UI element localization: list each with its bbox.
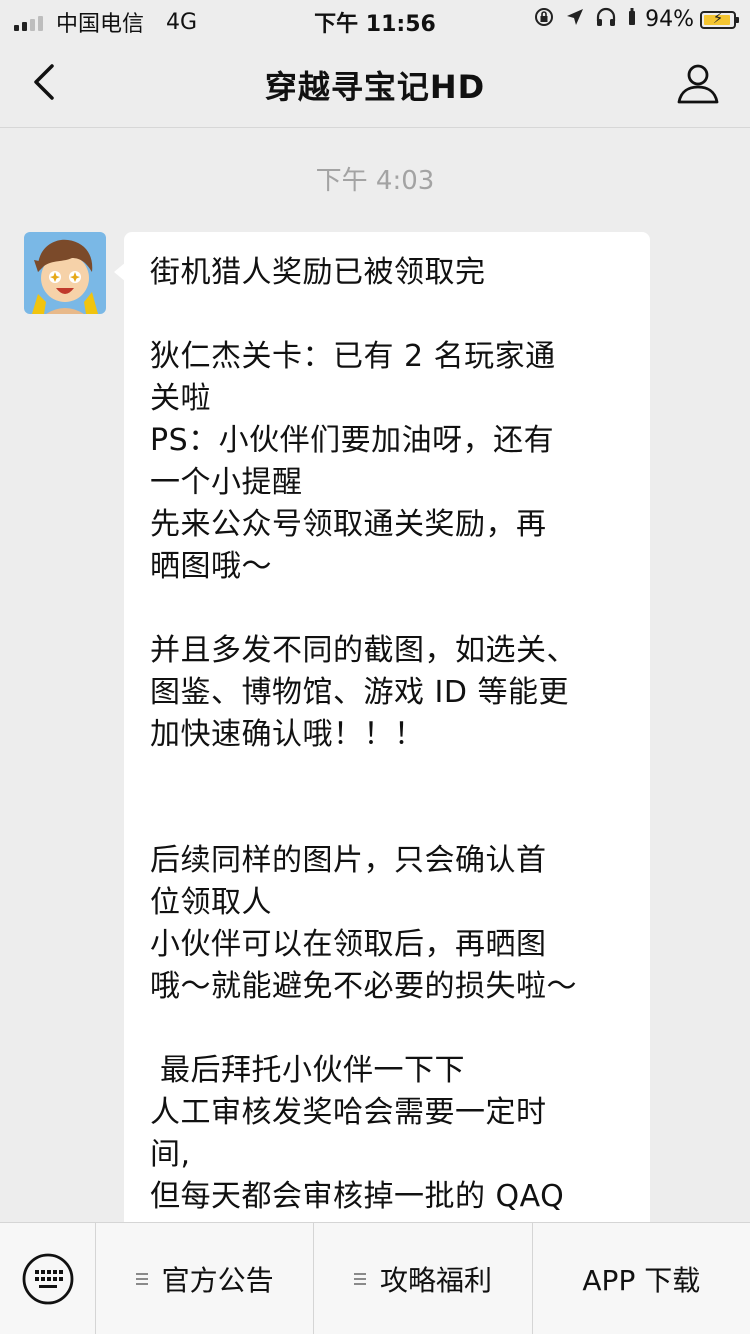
message-line: 并且多发不同的截图，如选关、 [150, 633, 577, 668]
game-character-avatar-icon [24, 232, 106, 314]
message-line: 后续同样的图片，只会确认首 [150, 843, 547, 878]
submenu-icon [353, 1272, 366, 1285]
menu-app-download[interactable]: APP 下载 [533, 1223, 750, 1334]
message-line: PS：小伙伴们要加油呀，还有 [150, 423, 555, 458]
rotation-lock-icon [533, 6, 555, 33]
menu-official-notice[interactable]: 官方公告 [96, 1223, 315, 1334]
message-line: 加快速确认哦！！！ [150, 717, 425, 752]
chat-screen: 中国电信 4G 下午 11:56 94% ⚡ 穿越寻宝记HD 下午 4:03 街… [0, 0, 750, 1334]
keyboard-toggle-button[interactable] [0, 1223, 96, 1334]
message-line: 人工审核发奖哈会需要一定时 [150, 1095, 547, 1130]
message-line: 晒图哦～ [150, 549, 272, 584]
message-line: 哦～就能避免不必要的损失啦～ [150, 969, 577, 1004]
menu-label: 官方公告 [161, 1263, 274, 1297]
person-icon [677, 64, 719, 104]
alarm-icon [627, 7, 637, 32]
charging-bolt-icon: ⚡ [712, 8, 724, 27]
menu-label: 攻略福利 [379, 1263, 492, 1297]
status-right: 94% ⚡ [523, 6, 739, 33]
message-line: 一个小提醒 [150, 465, 303, 500]
battery-icon: ⚡ [700, 8, 739, 29]
message-line: 间, [150, 1137, 191, 1172]
menu-label: APP 下载 [582, 1263, 701, 1297]
message-line: 街机猎人奖励已被领取完 [150, 255, 486, 290]
message-timestamp: 下午 4:03 [315, 166, 435, 196]
battery-percent: 94% [645, 7, 694, 32]
official-account-menu: 官方公告 攻略福利 APP 下载 [0, 1222, 750, 1334]
menu-guides-benefits[interactable]: 攻略福利 [314, 1223, 533, 1334]
profile-button[interactable] [674, 60, 722, 108]
status-bar: 中国电信 4G 下午 11:56 94% ⚡ [0, 0, 750, 40]
headphones-icon [595, 7, 617, 32]
keyboard-icon [22, 1253, 73, 1304]
message-line [150, 588, 628, 630]
message-line: 关啦 [150, 381, 211, 416]
message-line: 图鉴、博物馆、游戏 ID 等能更 [150, 675, 570, 710]
message-line: 最后拜托小伙伴一下下 [150, 1053, 466, 1088]
message-line [150, 756, 628, 798]
chat-title: 穿越寻宝记HD [264, 68, 486, 106]
location-arrow-icon [565, 7, 585, 32]
submenu-icon [135, 1272, 148, 1285]
message-line [150, 294, 628, 336]
avatar[interactable] [24, 232, 106, 314]
message-line [150, 1008, 628, 1050]
message-line [150, 798, 628, 840]
message-line: 小伙伴可以在领取后，再晒图 [150, 927, 547, 962]
message-line: 位领取人 [150, 885, 272, 920]
nav-bar: 穿越寻宝记HD [0, 40, 750, 128]
message-line: 狄仁杰关卡：已有 2 名玩家通 [150, 339, 556, 374]
message-line: 先来公众号领取通关奖励，再 [150, 507, 547, 542]
message-line: 但每天都会审核掉一批的 QAQ [150, 1179, 565, 1214]
message-bubble[interactable]: 街机猎人奖励已被领取完 狄仁杰关卡：已有 2 名玩家通 关啦 PS：小伙伴们要加… [124, 232, 650, 1292]
